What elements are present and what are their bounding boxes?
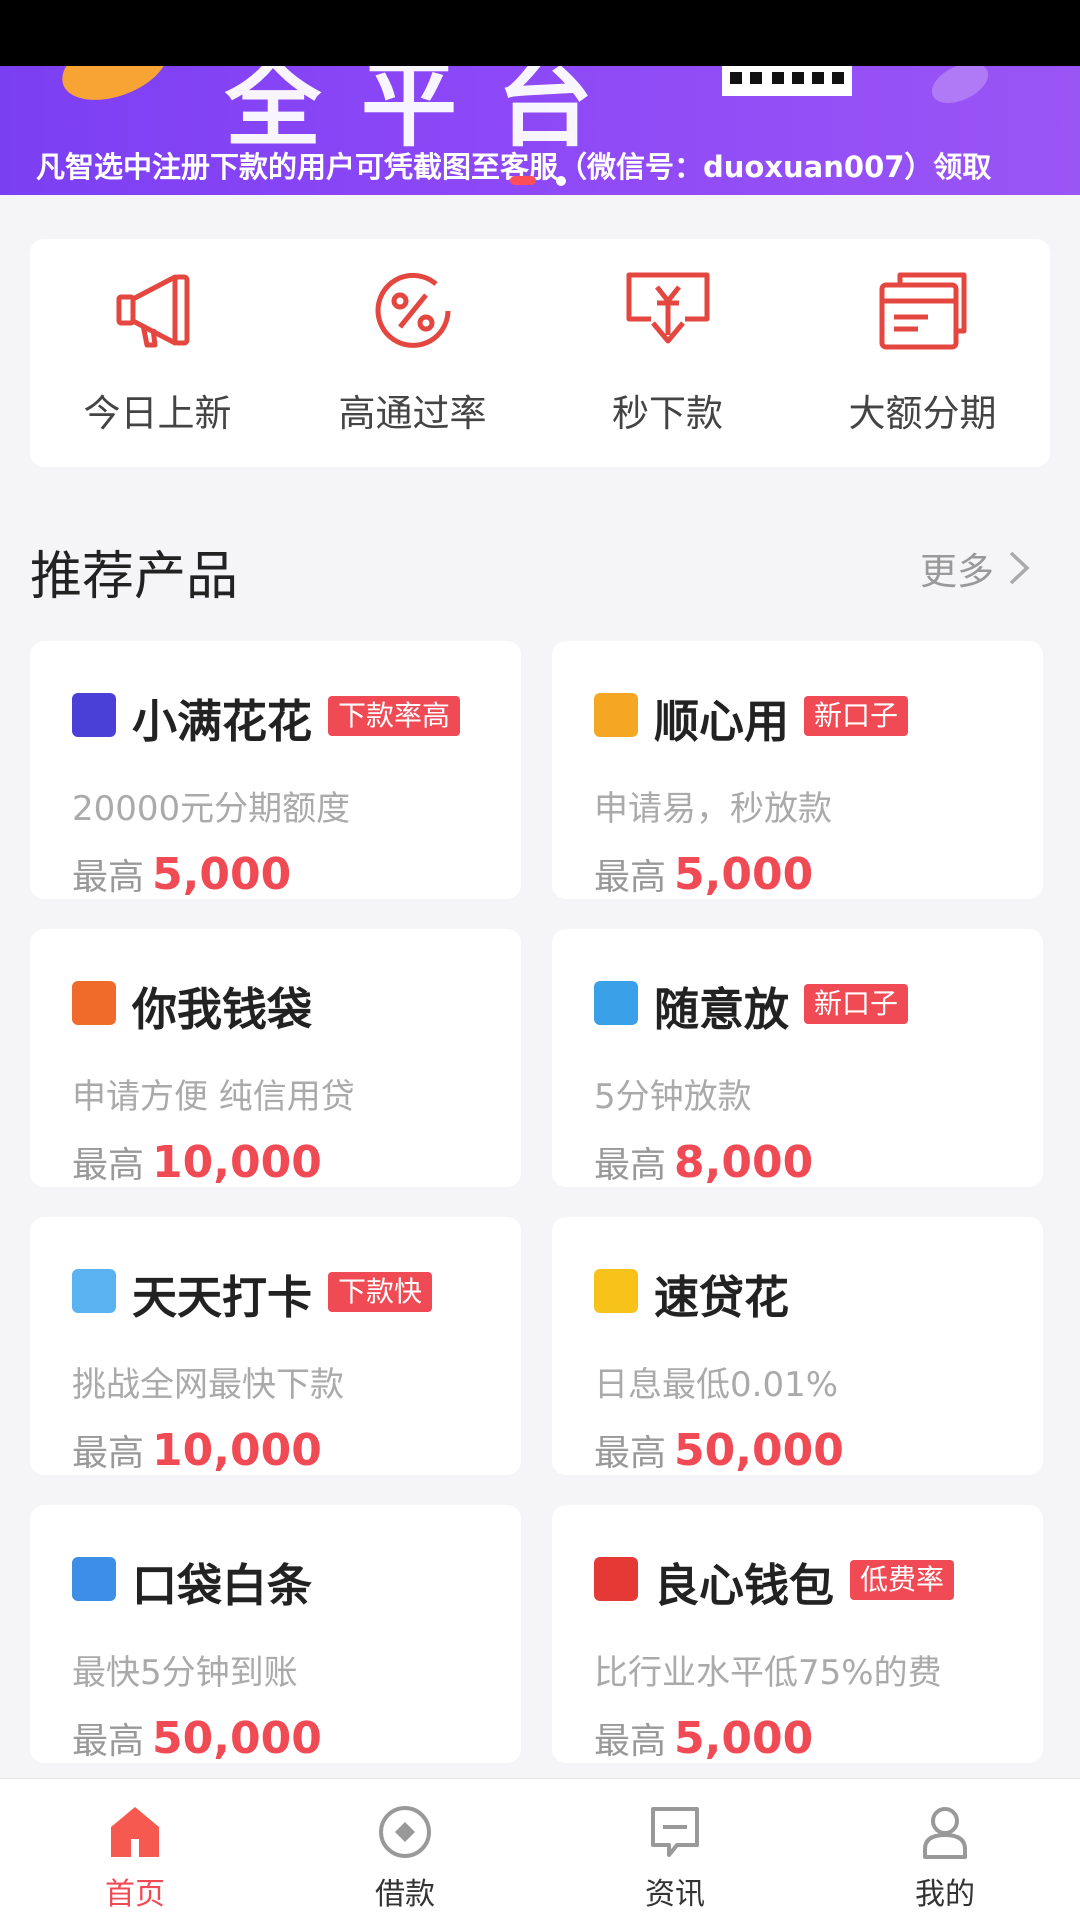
product-card[interactable]: 天天打卡 下款快 挑战全网最快下款 最高 10,000	[30, 1217, 521, 1475]
product-name: 良心钱包	[654, 1559, 835, 1612]
product-max: 最高 8,000	[594, 1136, 813, 1187]
product-name: 顺心用	[654, 695, 790, 748]
product-amount: 50,000	[152, 1713, 322, 1763]
max-label: 最高	[594, 1721, 667, 1762]
more-label: 更多	[920, 550, 994, 593]
product-amount: 5,000	[152, 849, 292, 899]
home-icon	[111, 1807, 159, 1857]
product-max: 最高 10,000	[72, 1136, 322, 1187]
product-max: 最高 5,000	[594, 848, 813, 899]
chevron-right-icon	[1009, 551, 1030, 585]
product-tag: 新口子	[804, 984, 909, 1024]
max-label: 最高	[594, 1145, 667, 1186]
product-desc: 5分钟放款	[594, 1077, 752, 1117]
quick-entry-label: 秒下款	[612, 392, 723, 435]
product-logo	[72, 1557, 116, 1601]
max-label: 最高	[594, 857, 667, 898]
tab-news[interactable]: 资讯	[540, 1779, 810, 1920]
percent-icon	[375, 272, 450, 348]
max-label: 最高	[594, 1433, 667, 1474]
product-card[interactable]: 口袋白条 最快5分钟到账 最高 50,000	[30, 1505, 521, 1763]
tab-label: 借款	[375, 1877, 435, 1912]
product-tag: 下款率高	[328, 696, 461, 736]
cards-icon	[879, 272, 966, 350]
status-bar	[0, 0, 1080, 66]
section-title: 推荐产品	[30, 547, 239, 607]
product-card[interactable]: 小满花花 下款率高 20000元分期额度 最高 5,000	[30, 641, 521, 899]
product-name: 随意放	[654, 983, 790, 1036]
product-logo	[72, 693, 116, 737]
product-max: 最高 10,000	[72, 1424, 322, 1475]
megaphone-icon	[116, 274, 189, 348]
product-name: 口袋白条	[132, 1559, 313, 1612]
carousel-indicator[interactable]	[556, 176, 566, 186]
tab-label: 我的	[915, 1877, 975, 1912]
qr-code-icon	[722, 66, 852, 96]
product-tag: 下款快	[328, 1272, 433, 1312]
product-amount: 5,000	[674, 849, 814, 899]
product-logo	[594, 981, 638, 1025]
tab-profile[interactable]: 我的	[810, 1779, 1080, 1920]
quick-entry-label: 大额分期	[848, 392, 997, 435]
product-desc: 申请易，秒放款	[594, 789, 832, 829]
max-label: 最高	[72, 857, 145, 898]
product-card[interactable]: 顺心用 新口子 申请易，秒放款 最高 5,000	[552, 641, 1043, 899]
product-tag: 新口子	[804, 696, 909, 736]
product-amount: 5,000	[674, 1713, 814, 1763]
tab-label: 首页	[105, 1877, 165, 1912]
quick-entry-label: 高通过率	[338, 392, 487, 435]
banner-decoration	[53, 66, 177, 114]
product-logo	[594, 693, 638, 737]
carousel-indicator-active[interactable]	[510, 176, 536, 185]
product-max: 最高 5,000	[72, 848, 291, 899]
product-name: 你我钱袋	[132, 983, 313, 1036]
max-label: 最高	[72, 1721, 145, 1762]
product-logo	[72, 1269, 116, 1313]
product-amount: 50,000	[674, 1425, 844, 1475]
product-name: 速贷花	[654, 1271, 790, 1324]
product-desc: 20000元分期额度	[72, 789, 351, 829]
loan-icon	[379, 1806, 431, 1858]
product-amount: 10,000	[152, 1137, 322, 1187]
bottom-tab-bar: 首页 借款 资讯 我的	[0, 1778, 1080, 1920]
product-card[interactable]: 速贷花 日息最低0.01% 最高 50,000	[552, 1217, 1043, 1475]
product-desc: 申请方便 纯信用贷	[72, 1077, 355, 1117]
product-max: 最高 5,000	[594, 1712, 813, 1763]
product-max: 最高 50,000	[72, 1712, 322, 1763]
product-amount: 10,000	[152, 1425, 322, 1475]
quick-entry-high-approval[interactable]: 高通过率	[285, 239, 540, 467]
product-tag: 低费率	[850, 1560, 955, 1600]
profile-icon	[923, 1807, 967, 1859]
tab-home[interactable]: 首页	[0, 1779, 270, 1920]
product-amount: 8,000	[674, 1137, 814, 1187]
product-card[interactable]: 随意放 新口子 5分钟放款 最高 8,000	[552, 929, 1043, 1187]
quick-entry-panel: 今日上新 高通过率 秒下款 大额分期	[30, 239, 1050, 467]
product-card[interactable]: 良心钱包 低费率 比行业水平低75%的费 最高 5,000	[552, 1505, 1043, 1763]
news-icon	[651, 1807, 699, 1857]
product-logo	[594, 1557, 638, 1601]
quick-entry-label: 今日上新	[83, 392, 232, 435]
promo-banner[interactable]: 全平台 凡智选中注册下款的用户可凭截图至客服（微信号：duoxuan007）领取	[0, 66, 1080, 195]
product-name: 天天打卡	[132, 1271, 313, 1324]
product-logo	[594, 1269, 638, 1313]
more-link[interactable]: 更多	[920, 541, 1032, 595]
quick-entry-instant-loan[interactable]: 秒下款	[540, 239, 795, 467]
product-logo	[72, 981, 116, 1025]
tab-label: 资讯	[645, 1877, 705, 1912]
product-desc: 最快5分钟到账	[72, 1653, 298, 1693]
max-label: 最高	[72, 1433, 145, 1474]
product-desc: 日息最低0.01%	[594, 1365, 839, 1405]
product-desc: 挑战全网最快下款	[72, 1365, 344, 1405]
product-card[interactable]: 你我钱袋 申请方便 纯信用贷 最高 10,000	[30, 929, 521, 1187]
quick-entry-installment[interactable]: 大额分期	[795, 239, 1050, 467]
product-name: 小满花花	[132, 695, 313, 748]
tab-loan[interactable]: 借款	[270, 1779, 540, 1920]
max-label: 最高	[72, 1145, 145, 1186]
quick-entry-new-today[interactable]: 今日上新	[30, 239, 285, 467]
yuan-download-icon	[626, 272, 709, 344]
banner-decoration	[925, 66, 995, 112]
product-desc: 比行业水平低75%的费	[594, 1653, 942, 1693]
product-max: 最高 50,000	[594, 1424, 844, 1475]
